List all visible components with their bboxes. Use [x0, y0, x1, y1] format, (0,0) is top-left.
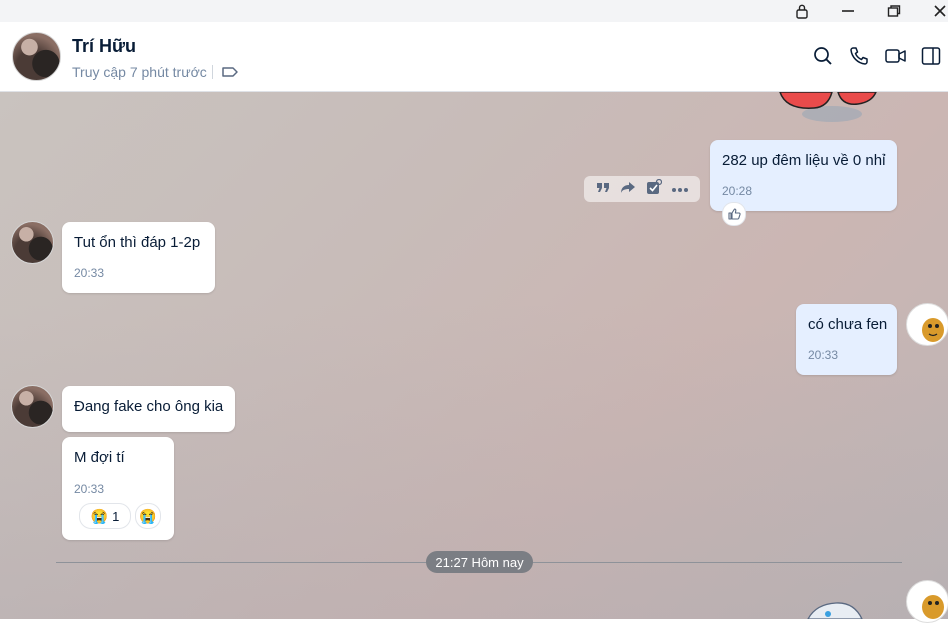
tag-icon[interactable] — [220, 62, 242, 84]
sidebar-toggle-icon[interactable] — [920, 45, 942, 67]
lock-icon[interactable] — [782, 0, 822, 22]
reaction-count: 1 — [112, 508, 120, 524]
message-text: Tut ổn thì đáp 1-2p — [74, 234, 201, 251]
message-bubble-outgoing[interactable]: 282 up đêm liệu về 0 nhỉ 20:28 — [710, 140, 897, 211]
reaction-summary[interactable]: 😭 1 — [79, 503, 131, 529]
search-icon[interactable] — [812, 45, 834, 67]
message-text: Đang fake cho ông kia — [74, 398, 224, 415]
video-call-icon[interactable] — [884, 45, 906, 67]
message-time: 20:33 — [74, 266, 105, 280]
message-time: 20:33 — [808, 348, 839, 362]
quote-icon[interactable] — [595, 180, 611, 199]
message-bubble-incoming[interactable]: Đang fake cho ông kia — [62, 386, 235, 432]
title-bar — [0, 0, 948, 22]
message-bubble-incoming[interactable]: Tut ổn thì đáp 1-2p 20:33 — [62, 222, 215, 293]
avatar[interactable] — [12, 32, 61, 81]
restore-icon[interactable] — [874, 0, 914, 22]
select-icon[interactable] — [646, 178, 662, 200]
forward-icon[interactable] — [620, 180, 636, 199]
my-avatar[interactable] — [906, 580, 948, 623]
crying-emoji-icon: 😭 — [139, 507, 157, 524]
message-time: 20:33 — [74, 482, 105, 496]
like-reaction-button[interactable] — [722, 202, 746, 226]
message-action-toolbar — [584, 176, 700, 202]
message-time: 20:28 — [722, 184, 753, 198]
sticker-image[interactable] — [806, 600, 866, 619]
message-text: có chưa fen — [808, 316, 888, 333]
contact-status: Truy cập 7 phút trước — [72, 64, 207, 80]
sender-avatar[interactable] — [11, 221, 54, 264]
minimize-icon[interactable] — [828, 0, 868, 22]
message-bubble-outgoing[interactable]: có chưa fen 20:33 — [796, 304, 897, 375]
sender-avatar[interactable] — [11, 385, 54, 428]
more-icon[interactable] — [671, 180, 689, 198]
sticker-image[interactable] — [776, 92, 886, 126]
crying-emoji-icon: 😭 — [90, 507, 109, 524]
my-avatar[interactable] — [906, 303, 948, 346]
close-icon[interactable] — [920, 0, 948, 22]
add-reaction-button[interactable]: 😭 — [135, 503, 161, 529]
message-text: M đợi tí — [74, 449, 125, 466]
day-divider-label: 21:27 Hôm nay — [426, 551, 533, 573]
phone-icon[interactable] — [848, 45, 870, 67]
contact-name[interactable]: Trí Hữu — [72, 36, 136, 57]
header-separator — [212, 65, 213, 79]
message-text: 282 up đêm liệu về 0 nhỉ — [722, 152, 886, 169]
thumbs-up-icon — [728, 208, 741, 220]
conversation-header: Trí Hữu Truy cập 7 phút trước — [0, 22, 948, 92]
